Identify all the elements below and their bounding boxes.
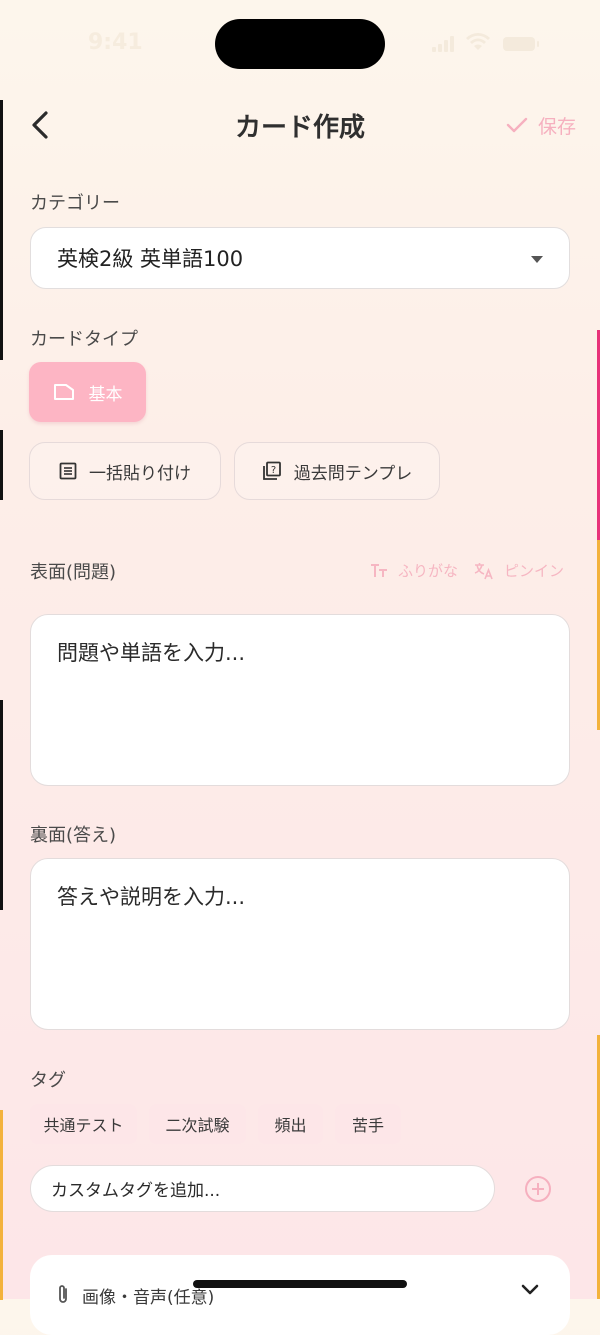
tag-chip[interactable]: 苦手 xyxy=(335,1104,401,1144)
plus-circle-icon xyxy=(525,1176,551,1202)
front-label: 表面(問題) xyxy=(30,562,117,583)
back-placeholder: 答えや説明を入力... xyxy=(57,885,246,909)
translate-icon xyxy=(474,562,493,579)
front-textarea[interactable]: 問題や単語を入力... xyxy=(30,614,570,786)
tags-label: タグ xyxy=(30,1070,66,1091)
chevron-down-icon xyxy=(521,1284,539,1295)
dynamic-island xyxy=(215,19,385,69)
edge-strip xyxy=(0,430,3,500)
battery-icon xyxy=(503,37,539,51)
past-template-label: 過去問テンプレ xyxy=(293,463,413,484)
list-icon xyxy=(59,462,77,480)
add-tag-button[interactable] xyxy=(524,1175,552,1203)
card-type-label: カードタイプ xyxy=(30,329,138,350)
furigana-button[interactable]: ふりがな xyxy=(370,560,458,581)
tag-chip[interactable]: 二次試験 xyxy=(149,1104,246,1144)
edge-strip xyxy=(0,700,3,910)
save-label: 保存 xyxy=(537,115,576,138)
bulk-paste-button[interactable]: 一括貼り付け xyxy=(29,442,221,500)
front-placeholder: 問題や単語を入力... xyxy=(57,641,246,665)
status-time: 9:41 xyxy=(88,30,143,55)
wifi-icon xyxy=(466,33,490,53)
card-icon xyxy=(53,384,74,400)
custom-tag-input[interactable]: カスタムタグを追加... xyxy=(30,1165,495,1212)
bulk-paste-label: 一括貼り付け xyxy=(89,463,191,484)
status-bar: 9:41 xyxy=(0,0,600,90)
custom-tag-placeholder: カスタムタグを追加... xyxy=(51,1181,221,1201)
front-tools: ふりがな ピンイン xyxy=(370,560,564,581)
pinyin-label: ピンイン xyxy=(503,562,564,580)
signal-icon xyxy=(432,36,456,52)
dropdown-caret-icon xyxy=(531,256,543,263)
back-label: 裏面(答え) xyxy=(30,825,117,846)
paperclip-icon xyxy=(59,1285,67,1303)
pinyin-button[interactable]: ピンイン xyxy=(474,560,564,581)
category-label: カテゴリー xyxy=(30,193,120,214)
text-size-icon xyxy=(370,563,387,577)
category-value: 英検2級 英単語100 xyxy=(57,247,244,271)
tag-chip[interactable]: 頻出 xyxy=(258,1104,323,1144)
past-template-button[interactable]: ? 過去問テンプレ xyxy=(234,442,440,500)
card-type-basic-label: 基本 xyxy=(88,384,123,405)
attachments-section[interactable]: 画像・音声(任意) xyxy=(30,1255,570,1335)
edge-strip xyxy=(0,1110,3,1300)
tag-chip[interactable]: 共通テスト xyxy=(30,1104,137,1144)
category-select[interactable]: 英検2級 英単語100 xyxy=(30,227,570,289)
card-type-basic-button[interactable]: 基本 xyxy=(29,362,146,422)
nav-header: カード作成 保存 xyxy=(0,95,600,155)
svg-text:?: ? xyxy=(271,465,276,476)
furigana-label: ふりがな xyxy=(397,562,458,580)
back-textarea[interactable]: 答えや説明を入力... xyxy=(30,858,570,1030)
save-button[interactable]: 保存 xyxy=(506,110,576,140)
check-icon xyxy=(506,117,528,133)
home-indicator xyxy=(193,1280,407,1288)
quiz-template-icon: ? xyxy=(262,461,281,480)
